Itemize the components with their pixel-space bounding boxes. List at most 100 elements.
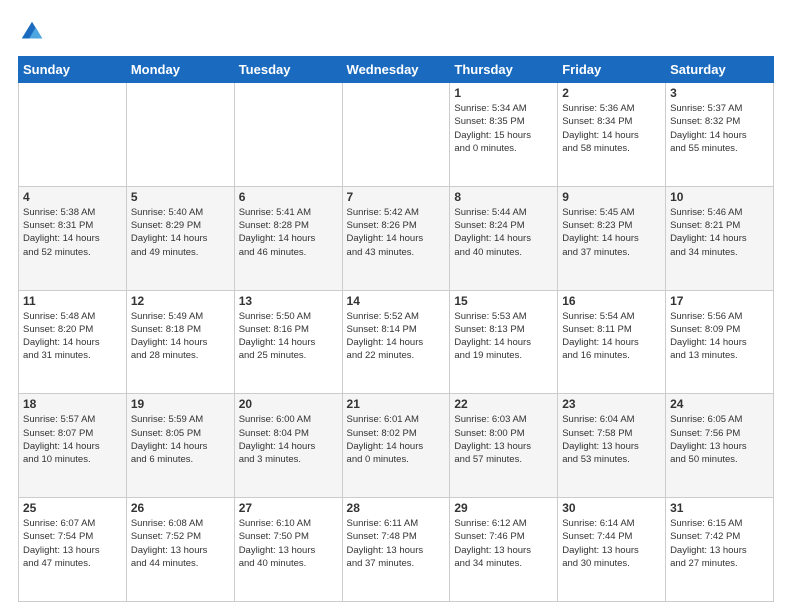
table-row: 9 Sunrise: 5:45 AM Sunset: 8:23 PM Daylig… xyxy=(558,186,666,290)
table-row: 5Sunrise: 5:40 AM Sunset: 8:29 PM Daylig… xyxy=(126,186,234,290)
day-number: 9 xyxy=(562,190,661,204)
day-info: Sunrise: 6:07 AM Sunset: 7:54 PM Dayligh… xyxy=(23,517,122,570)
table-row: 16 Sunrise: 5:54 AM Sunset: 8:11 PM Dayli… xyxy=(558,290,666,394)
calendar-header-row: Sunday Monday Tuesday Wednesday Thursday… xyxy=(19,57,774,83)
table-row: 1 Sunrise: 5:34 AM Sunset: 8:35 PM Daylig… xyxy=(450,83,558,187)
day-number: 1 xyxy=(454,86,553,100)
day-info: Sunrise: 5:40 AM Sunset: 8:29 PM Dayligh… xyxy=(131,206,230,259)
day-number: 24 xyxy=(670,397,769,411)
table-row xyxy=(342,83,450,187)
table-row: 8Sunrise: 5:44 AM Sunset: 8:24 PM Daylig… xyxy=(450,186,558,290)
table-row: 10 Sunrise: 5:46 AM Sunset: 8:21 PM Dayli… xyxy=(666,186,774,290)
day-number: 14 xyxy=(347,294,446,308)
day-number: 15 xyxy=(454,294,553,308)
table-row: 26Sunrise: 6:08 AM Sunset: 7:52 PM Dayli… xyxy=(126,498,234,602)
col-monday: Monday xyxy=(126,57,234,83)
day-info: Sunrise: 5:54 AM Sunset: 8:11 PM Dayligh… xyxy=(562,310,661,363)
table-row xyxy=(126,83,234,187)
day-info: Sunrise: 5:46 AM Sunset: 8:21 PM Dayligh… xyxy=(670,206,769,259)
day-number: 17 xyxy=(670,294,769,308)
day-number: 2 xyxy=(562,86,661,100)
table-row: 19Sunrise: 5:59 AM Sunset: 8:05 PM Dayli… xyxy=(126,394,234,498)
table-row: 6 Sunrise: 5:41 AM Sunset: 8:28 PM Daylig… xyxy=(234,186,342,290)
table-row: 4 Sunrise: 5:38 AM Sunset: 8:31 PM Daylig… xyxy=(19,186,127,290)
day-info: Sunrise: 5:49 AM Sunset: 8:18 PM Dayligh… xyxy=(131,310,230,363)
day-number: 30 xyxy=(562,501,661,515)
calendar-week-row: 1 Sunrise: 5:34 AM Sunset: 8:35 PM Daylig… xyxy=(19,83,774,187)
day-number: 27 xyxy=(239,501,338,515)
calendar-week-row: 4 Sunrise: 5:38 AM Sunset: 8:31 PM Daylig… xyxy=(19,186,774,290)
table-row: 13 Sunrise: 5:50 AM Sunset: 8:16 PM Dayli… xyxy=(234,290,342,394)
day-number: 3 xyxy=(670,86,769,100)
day-info: Sunrise: 5:56 AM Sunset: 8:09 PM Dayligh… xyxy=(670,310,769,363)
day-number: 26 xyxy=(131,501,230,515)
day-info: Sunrise: 5:50 AM Sunset: 8:16 PM Dayligh… xyxy=(239,310,338,363)
day-number: 8 xyxy=(454,190,553,204)
day-number: 6 xyxy=(239,190,338,204)
table-row: 27Sunrise: 6:10 AM Sunset: 7:50 PM Dayli… xyxy=(234,498,342,602)
table-row: 2 Sunrise: 5:36 AM Sunset: 8:34 PM Daylig… xyxy=(558,83,666,187)
day-info: Sunrise: 6:11 AM Sunset: 7:48 PM Dayligh… xyxy=(347,517,446,570)
table-row: 12Sunrise: 5:49 AM Sunset: 8:18 PM Dayli… xyxy=(126,290,234,394)
table-row: 22 Sunrise: 6:03 AM Sunset: 8:00 PM Dayli… xyxy=(450,394,558,498)
day-info: Sunrise: 6:03 AM Sunset: 8:00 PM Dayligh… xyxy=(454,413,553,466)
day-info: Sunrise: 6:04 AM Sunset: 7:58 PM Dayligh… xyxy=(562,413,661,466)
table-row: 15Sunrise: 5:53 AM Sunset: 8:13 PM Dayli… xyxy=(450,290,558,394)
day-number: 22 xyxy=(454,397,553,411)
table-row xyxy=(234,83,342,187)
table-row: 29 Sunrise: 6:12 AM Sunset: 7:46 PM Dayli… xyxy=(450,498,558,602)
col-friday: Friday xyxy=(558,57,666,83)
col-thursday: Thursday xyxy=(450,57,558,83)
day-number: 13 xyxy=(239,294,338,308)
table-row: 3 Sunrise: 5:37 AM Sunset: 8:32 PM Daylig… xyxy=(666,83,774,187)
day-number: 4 xyxy=(23,190,122,204)
table-row: 11Sunrise: 5:48 AM Sunset: 8:20 PM Dayli… xyxy=(19,290,127,394)
day-number: 7 xyxy=(347,190,446,204)
day-number: 20 xyxy=(239,397,338,411)
calendar-week-row: 18 Sunrise: 5:57 AM Sunset: 8:07 PM Dayli… xyxy=(19,394,774,498)
day-info: Sunrise: 5:38 AM Sunset: 8:31 PM Dayligh… xyxy=(23,206,122,259)
table-row: 18 Sunrise: 5:57 AM Sunset: 8:07 PM Dayli… xyxy=(19,394,127,498)
table-row: 31 Sunrise: 6:15 AM Sunset: 7:42 PM Dayli… xyxy=(666,498,774,602)
table-row: 28 Sunrise: 6:11 AM Sunset: 7:48 PM Dayli… xyxy=(342,498,450,602)
header xyxy=(18,18,774,46)
table-row: 25Sunrise: 6:07 AM Sunset: 7:54 PM Dayli… xyxy=(19,498,127,602)
day-number: 18 xyxy=(23,397,122,411)
table-row: 30 Sunrise: 6:14 AM Sunset: 7:44 PM Dayli… xyxy=(558,498,666,602)
day-number: 16 xyxy=(562,294,661,308)
day-info: Sunrise: 6:15 AM Sunset: 7:42 PM Dayligh… xyxy=(670,517,769,570)
table-row: 20 Sunrise: 6:00 AM Sunset: 8:04 PM Dayli… xyxy=(234,394,342,498)
day-number: 10 xyxy=(670,190,769,204)
day-info: Sunrise: 6:14 AM Sunset: 7:44 PM Dayligh… xyxy=(562,517,661,570)
day-info: Sunrise: 5:41 AM Sunset: 8:28 PM Dayligh… xyxy=(239,206,338,259)
day-info: Sunrise: 5:37 AM Sunset: 8:32 PM Dayligh… xyxy=(670,102,769,155)
day-info: Sunrise: 5:45 AM Sunset: 8:23 PM Dayligh… xyxy=(562,206,661,259)
day-info: Sunrise: 6:01 AM Sunset: 8:02 PM Dayligh… xyxy=(347,413,446,466)
day-number: 11 xyxy=(23,294,122,308)
logo-icon xyxy=(18,18,46,46)
day-number: 23 xyxy=(562,397,661,411)
day-info: Sunrise: 5:34 AM Sunset: 8:35 PM Dayligh… xyxy=(454,102,553,155)
logo xyxy=(18,18,50,46)
day-info: Sunrise: 5:57 AM Sunset: 8:07 PM Dayligh… xyxy=(23,413,122,466)
day-info: Sunrise: 6:00 AM Sunset: 8:04 PM Dayligh… xyxy=(239,413,338,466)
page: Sunday Monday Tuesday Wednesday Thursday… xyxy=(0,0,792,612)
table-row: 24Sunrise: 6:05 AM Sunset: 7:56 PM Dayli… xyxy=(666,394,774,498)
col-sunday: Sunday xyxy=(19,57,127,83)
calendar-week-row: 25Sunrise: 6:07 AM Sunset: 7:54 PM Dayli… xyxy=(19,498,774,602)
day-number: 21 xyxy=(347,397,446,411)
col-saturday: Saturday xyxy=(666,57,774,83)
calendar-table: Sunday Monday Tuesday Wednesday Thursday… xyxy=(18,56,774,602)
day-number: 31 xyxy=(670,501,769,515)
day-number: 28 xyxy=(347,501,446,515)
day-number: 19 xyxy=(131,397,230,411)
day-number: 29 xyxy=(454,501,553,515)
table-row: 14Sunrise: 5:52 AM Sunset: 8:14 PM Dayli… xyxy=(342,290,450,394)
day-info: Sunrise: 6:12 AM Sunset: 7:46 PM Dayligh… xyxy=(454,517,553,570)
calendar-week-row: 11Sunrise: 5:48 AM Sunset: 8:20 PM Dayli… xyxy=(19,290,774,394)
day-info: Sunrise: 5:36 AM Sunset: 8:34 PM Dayligh… xyxy=(562,102,661,155)
col-tuesday: Tuesday xyxy=(234,57,342,83)
col-wednesday: Wednesday xyxy=(342,57,450,83)
table-row: 17 Sunrise: 5:56 AM Sunset: 8:09 PM Dayli… xyxy=(666,290,774,394)
table-row: 23 Sunrise: 6:04 AM Sunset: 7:58 PM Dayli… xyxy=(558,394,666,498)
